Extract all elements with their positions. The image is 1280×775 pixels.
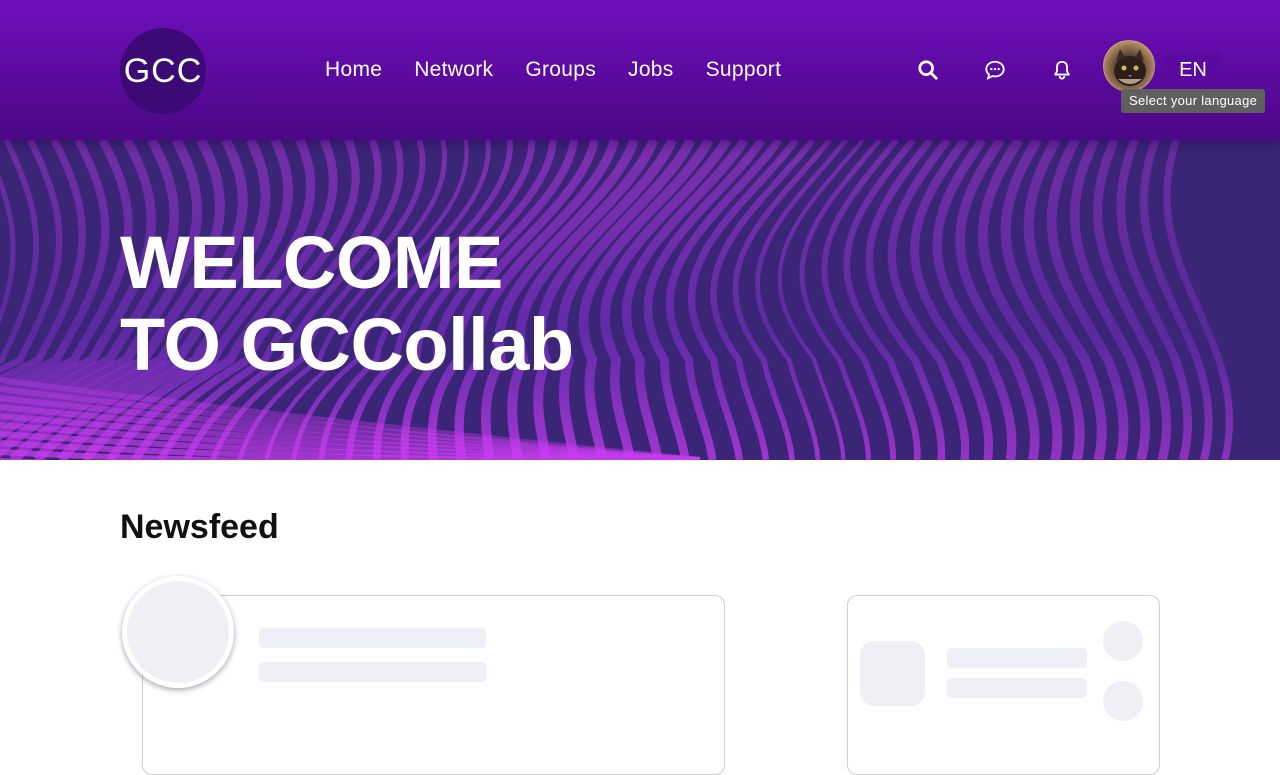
bell-icon xyxy=(1054,60,1070,80)
hero-wave-line xyxy=(1139,140,1213,460)
hero-wave-line xyxy=(799,140,882,460)
main-nav: Home Network Groups Jobs Support xyxy=(309,56,797,84)
chat-bubble-icon xyxy=(985,60,1005,80)
hero-wave-line xyxy=(1023,140,1107,460)
site-header: GCC Home Network Groups Jobs Support EN … xyxy=(0,0,1280,140)
newsfeed-title: Newsfeed xyxy=(120,508,279,546)
hero-wave-line xyxy=(1000,140,1085,460)
hero-wave-line xyxy=(1046,140,1129,460)
nav-support[interactable]: Support xyxy=(690,56,798,84)
sidebar-skeleton-line xyxy=(947,648,1087,668)
post-skeleton-line xyxy=(259,628,486,648)
sidebar-circle-placeholder xyxy=(1103,681,1143,721)
nav-jobs[interactable]: Jobs xyxy=(612,56,690,84)
hero-banner: WELCOME TO GCCollab xyxy=(0,140,1280,460)
sidebar-thumb-placeholder xyxy=(860,641,925,706)
hero-wave-line xyxy=(1116,140,1193,460)
hero-wave-line xyxy=(1069,140,1150,460)
sidebar-circle-placeholder xyxy=(1103,621,1143,661)
hero-wave-line xyxy=(1163,140,1234,460)
notifications-button[interactable] xyxy=(1042,50,1082,90)
hero-wave-line xyxy=(1093,140,1172,460)
post-avatar-placeholder xyxy=(122,576,234,688)
nav-groups[interactable]: Groups xyxy=(509,56,612,84)
messages-button[interactable] xyxy=(975,50,1015,90)
language-toggle[interactable]: EN xyxy=(1166,52,1220,88)
nav-home[interactable]: Home xyxy=(309,56,398,84)
hero-title: WELCOME TO GCCollab xyxy=(120,222,574,386)
logo-text: GCC xyxy=(123,51,203,90)
gcc-logo[interactable]: GCC xyxy=(120,28,206,114)
sidebar-skeleton-line xyxy=(947,678,1087,698)
search-button[interactable] xyxy=(908,50,948,90)
search-icon xyxy=(918,60,938,80)
language-tooltip: Select your language xyxy=(1121,89,1266,113)
user-avatar[interactable] xyxy=(1103,40,1155,92)
hero-title-line-2: TO GCCollab xyxy=(120,303,574,386)
post-skeleton-line xyxy=(259,662,486,682)
nav-network[interactable]: Network xyxy=(398,56,509,84)
avatar-image xyxy=(1114,49,1146,86)
hero-title-line-1: WELCOME xyxy=(120,221,503,304)
